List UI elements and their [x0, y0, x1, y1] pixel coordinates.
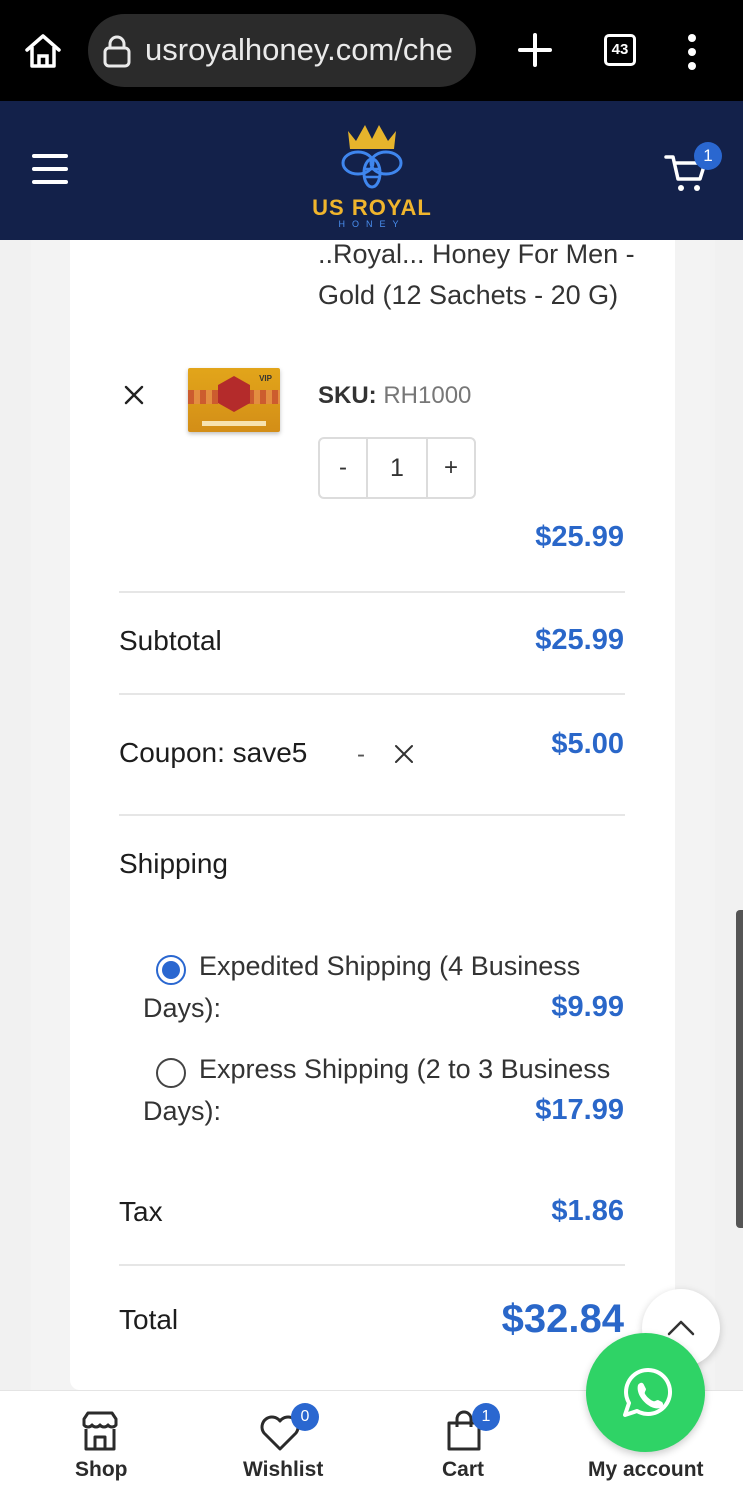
- scrollbar[interactable]: [736, 910, 743, 1228]
- plus-icon[interactable]: [515, 30, 555, 70]
- shipping-option-price: $9.99: [551, 991, 624, 1023]
- product-name[interactable]: ..Royal... Honey For Men - Gold (12 Sach…: [318, 234, 638, 316]
- shipping-radio-express[interactable]: [156, 1058, 186, 1088]
- store-icon: [82, 1411, 118, 1451]
- qty-increase-button[interactable]: +: [428, 439, 474, 497]
- divider: [119, 693, 625, 695]
- product-sku: SKU: RH1000: [318, 382, 472, 409]
- nav-shop-label: Shop: [75, 1458, 128, 1481]
- address-bar[interactable]: usroyalhoney.com/che: [88, 14, 476, 87]
- cart-count-badge: 1: [472, 1403, 500, 1431]
- divider: [119, 814, 625, 816]
- whatsapp-icon: [623, 1367, 673, 1417]
- tax-label: Tax: [119, 1196, 163, 1227]
- home-icon[interactable]: [22, 30, 64, 72]
- whatsapp-chat-button[interactable]: [586, 1333, 705, 1452]
- total-label: Total: [119, 1304, 179, 1335]
- shipping-radio-expedited[interactable]: [156, 955, 186, 985]
- shipping-option-label[interactable]: Days):: [143, 1096, 221, 1127]
- wishlist-count-badge: 0: [291, 1403, 319, 1431]
- shipping-option-label[interactable]: Express Shipping (2 to 3 Business: [199, 1054, 610, 1085]
- cart-count-badge: 1: [694, 142, 722, 170]
- logo-subtext: HONEY: [338, 219, 406, 229]
- product-thumbnail[interactable]: VIP: [188, 368, 280, 432]
- site-logo[interactable]: US ROYAL HONEY: [310, 117, 434, 229]
- tab-switcher-icon[interactable]: 43: [604, 34, 636, 66]
- shipping-option-price: $17.99: [535, 1094, 624, 1126]
- close-icon[interactable]: [124, 385, 144, 405]
- shipping-option-label[interactable]: Expedited Shipping (4 Business: [199, 951, 580, 982]
- kebab-menu-icon[interactable]: [680, 32, 704, 72]
- nav-shop[interactable]: Shop: [60, 1391, 140, 1500]
- hamburger-icon[interactable]: [32, 154, 68, 186]
- url-text: usroyalhoney.com/che: [145, 32, 453, 67]
- divider: [119, 591, 625, 593]
- browser-toolbar: usroyalhoney.com/che 43: [0, 0, 743, 101]
- crown-bee-icon: [341, 125, 403, 189]
- site-header: US ROYAL HONEY: [0, 101, 743, 240]
- coupon-dash: -: [357, 741, 365, 768]
- nav-account-label: My account: [588, 1458, 704, 1481]
- tax-value: $1.86: [551, 1195, 624, 1227]
- coupon-label: Coupon: save5: [119, 737, 308, 768]
- qty-decrease-button[interactable]: -: [320, 439, 366, 497]
- nav-cart-label: Cart: [442, 1458, 485, 1481]
- remove-coupon-icon[interactable]: [394, 744, 414, 764]
- quantity-stepper: - 1 +: [318, 437, 476, 499]
- logo-text: US ROYAL: [312, 195, 432, 220]
- qty-input[interactable]: 1: [366, 439, 428, 497]
- shipping-label: Shipping: [119, 848, 228, 879]
- shipping-option-label[interactable]: Days):: [143, 993, 221, 1024]
- coupon-value: $5.00: [551, 728, 624, 760]
- lock-icon: [103, 35, 131, 68]
- subtotal-label: Subtotal: [119, 625, 222, 656]
- line-item-price: $25.99: [535, 521, 624, 553]
- divider: [119, 1264, 625, 1266]
- subtotal-value: $25.99: [535, 624, 624, 656]
- nav-wishlist-label: Wishlist: [243, 1458, 324, 1481]
